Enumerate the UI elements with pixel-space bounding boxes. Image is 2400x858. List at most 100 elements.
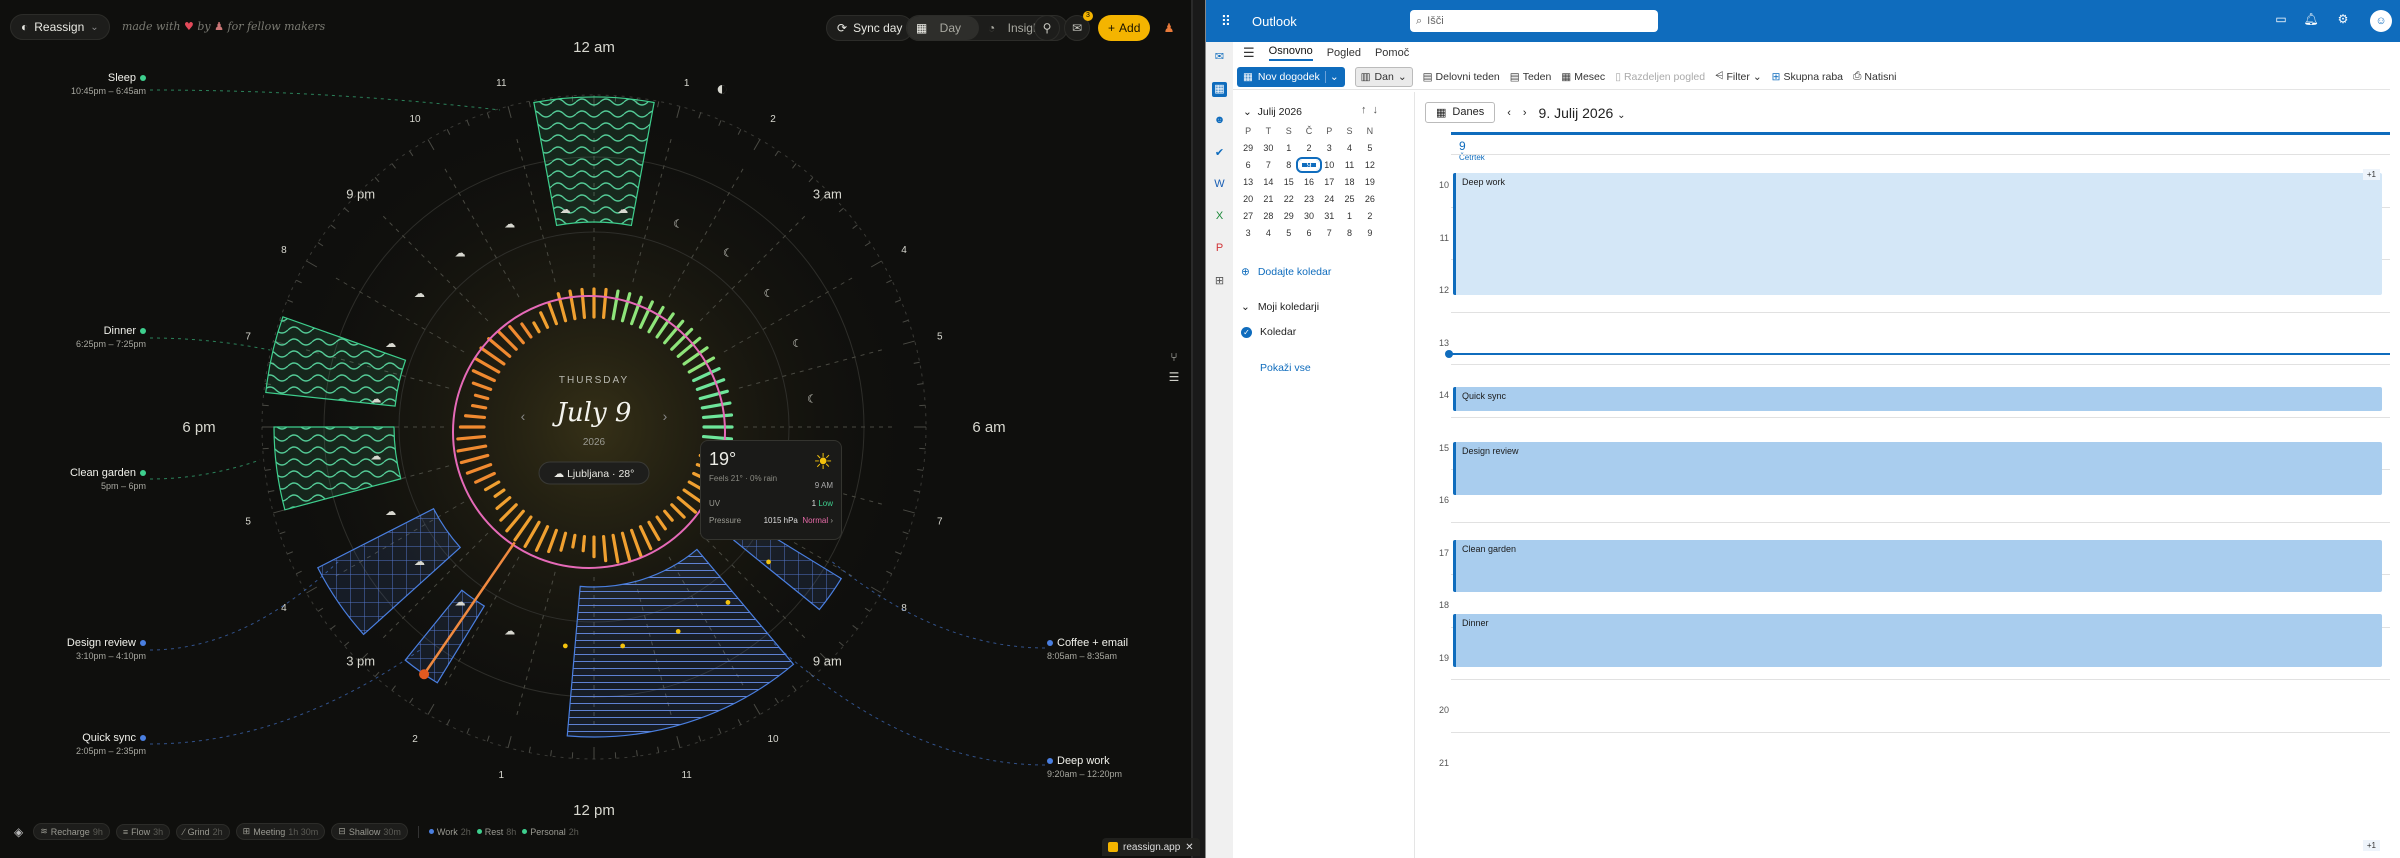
todo-icon[interactable]: ✔: [1212, 146, 1227, 161]
branch-icon[interactable]: ⑂: [1166, 350, 1182, 366]
mini-calendar-day[interactable]: 8: [1339, 228, 1359, 238]
mini-calendar-day[interactable]: 20: [1238, 194, 1258, 204]
print-button[interactable]: ⎙ Natisni: [1853, 70, 1897, 83]
event-label-dinner[interactable]: Dinner 6:25pm – 7:25pm: [40, 325, 146, 349]
mini-calendar-day[interactable]: 17: [1319, 177, 1339, 187]
mini-calendar-day[interactable]: 6: [1299, 228, 1319, 238]
mini-calendar-day[interactable]: 5: [1279, 228, 1299, 238]
event-label-quick-sync[interactable]: Quick sync 2:05pm – 2:35pm: [30, 732, 146, 756]
mini-calendar-day[interactable]: 9: [1295, 157, 1323, 173]
layers-icon[interactable]: ◈: [14, 825, 23, 839]
mini-calendar-nav[interactable]: ↑↓: [1361, 104, 1384, 116]
time-grid[interactable]: 10 11 12 13 14 15 16 17 18 19 20 21 Deep work Quick s…: [1415, 154, 2390, 858]
event-label-design-review[interactable]: Design review 3:10pm – 4:10pm: [30, 637, 146, 661]
user-avatar[interactable]: ♟: [1156, 15, 1182, 41]
chevron-down-icon[interactable]: ⌄: [1324, 70, 1339, 83]
mini-calendar-day[interactable]: 1: [1279, 143, 1299, 153]
calendar-event[interactable]: Deep work: [1453, 173, 2382, 296]
reassign-app-tab[interactable]: reassign.app ✕: [1102, 838, 1200, 856]
hamburger-icon[interactable]: ☰: [1243, 45, 1255, 61]
event-label-coffee-email[interactable]: Coffee + email 8:05am – 8:35am: [1047, 637, 1167, 661]
calendar-item-koledar[interactable]: ✓ Koledar: [1241, 326, 1296, 338]
menu-tab-home[interactable]: Osnovno: [1268, 45, 1313, 61]
mini-calendar-day[interactable]: 8: [1279, 160, 1299, 170]
event-label-clean-garden[interactable]: Clean garden 5pm – 6pm: [40, 467, 146, 491]
today-button[interactable]: ▦ Danes: [1425, 102, 1496, 123]
next-icon[interactable]: ›: [1523, 107, 1527, 119]
mini-calendar-day[interactable]: 2: [1360, 211, 1380, 221]
menu-tab-help[interactable]: Pomoč: [1375, 47, 1409, 59]
calendar-event[interactable]: Design review: [1453, 442, 2382, 495]
chip-recharge[interactable]: ≋ Recharge 9h: [33, 823, 110, 840]
my-calendars-header[interactable]: ⌄ Moji koledarji: [1241, 301, 1319, 313]
mini-calendar-day[interactable]: 30: [1258, 143, 1278, 153]
share-button[interactable]: ⊞ Skupna raba: [1772, 71, 1843, 83]
mail-icon[interactable]: ✉: [1212, 50, 1227, 65]
search-box[interactable]: ⌕ Išči: [1410, 10, 1658, 32]
mini-calendar-day[interactable]: 19: [1360, 177, 1380, 187]
add-button[interactable]: + Add: [1098, 15, 1151, 41]
word-icon[interactable]: W: [1212, 178, 1227, 193]
mini-calendar-day[interactable]: 6: [1238, 160, 1258, 170]
add-calendar-link[interactable]: ⊕ Dodajte koledar: [1241, 266, 1331, 278]
check-icon[interactable]: ✓: [1241, 326, 1252, 338]
mini-calendar-day[interactable]: 22: [1279, 194, 1299, 204]
mini-calendar-day[interactable]: 7: [1319, 228, 1339, 238]
mini-calendar-day[interactable]: 31: [1319, 211, 1339, 221]
more-events-badge[interactable]: +1: [2362, 169, 2380, 180]
mini-calendar-day[interactable]: 14: [1258, 177, 1278, 187]
mini-calendar-day[interactable]: 11: [1339, 160, 1359, 170]
prev-icon[interactable]: ‹: [1507, 107, 1511, 119]
more-events-badge[interactable]: +1: [2362, 840, 2380, 851]
day-view-button[interactable]: ▥ Dan ⌄: [1354, 66, 1413, 87]
mini-calendar-day[interactable]: 30: [1299, 211, 1319, 221]
search-input[interactable]: Išči: [1427, 15, 1444, 27]
event-label-deep-work[interactable]: Deep work 9:20am – 12:20pm: [1047, 755, 1167, 779]
mini-calendar-day[interactable]: 10: [1319, 160, 1339, 170]
mini-calendar-day[interactable]: 3: [1238, 228, 1258, 238]
meet-icon[interactable]: ▭: [2272, 12, 2290, 30]
mini-calendar-day[interactable]: 29: [1279, 211, 1299, 221]
mini-calendar-day[interactable]: 25: [1339, 194, 1359, 204]
day-tab[interactable]: ▦ Day: [907, 16, 980, 40]
calendar-event[interactable]: Clean garden: [1453, 539, 2382, 592]
mini-calendar-day[interactable]: 29: [1238, 143, 1258, 153]
week-button[interactable]: ▤ Teden: [1510, 71, 1552, 83]
calendar-icon[interactable]: ▦: [1212, 82, 1227, 97]
month-button[interactable]: ▦ Mesec: [1561, 71, 1605, 83]
app-launcher-icon[interactable]: ⠿: [1206, 13, 1246, 30]
date-title[interactable]: 9. Julij 2026 ⌄: [1539, 105, 1626, 121]
gear-icon[interactable]: ⚙: [2334, 12, 2352, 30]
workspace-switcher[interactable]: ◐ Reassign ⌄: [10, 14, 110, 40]
mini-calendar-day[interactable]: 26: [1360, 194, 1380, 204]
close-icon[interactable]: ✕: [1185, 842, 1193, 853]
people-icon[interactable]: ☻: [1212, 114, 1227, 129]
menu-tab-view[interactable]: Pogled: [1327, 47, 1361, 59]
mini-calendar-title[interactable]: ⌄ Julij 2026: [1243, 106, 1302, 118]
more-apps-icon[interactable]: ⊞: [1212, 274, 1227, 289]
mini-calendar-day[interactable]: 15: [1279, 177, 1299, 187]
mini-calendar-day[interactable]: 5: [1360, 143, 1380, 153]
show-all-link[interactable]: Pokaži vse: [1260, 362, 1311, 374]
mini-calendar-day[interactable]: 4: [1258, 228, 1278, 238]
filter-button[interactable]: ⩤ Filter ⌄: [1715, 70, 1762, 83]
mini-calendar-day[interactable]: 2: [1299, 143, 1319, 153]
chip-flow[interactable]: ≡ Flow 3h: [115, 823, 171, 840]
mini-calendar-day[interactable]: 27: [1238, 211, 1258, 221]
calendar-event[interactable]: Quick sync: [1453, 387, 2382, 411]
excel-icon[interactable]: X: [1212, 210, 1227, 225]
mini-calendar-day[interactable]: 24: [1319, 194, 1339, 204]
account-avatar[interactable]: ☺: [2370, 10, 2392, 32]
event-label-sleep[interactable]: Sleep 10:45pm – 6:45am: [40, 72, 146, 96]
mini-calendar-day[interactable]: 7: [1258, 160, 1278, 170]
mini-calendar-day[interactable]: 18: [1339, 177, 1359, 187]
mini-calendar-day[interactable]: 9: [1360, 228, 1380, 238]
calendar-event[interactable]: Dinner: [1453, 614, 2382, 667]
chip-grind[interactable]: ⁄ Grind 2h: [176, 823, 230, 840]
bell-icon[interactable]: 🔔︎: [2302, 12, 2320, 30]
work-week-button[interactable]: ▤ Delovni teden: [1423, 71, 1500, 83]
chip-shallow[interactable]: ⊟ Shallow 30m: [331, 823, 408, 840]
new-event-button[interactable]: ▦ Nov dogodek ⌄: [1237, 66, 1345, 87]
mini-calendar-day[interactable]: 1: [1339, 211, 1359, 221]
sync-day-button[interactable]: ⟳ Sync day: [826, 15, 914, 41]
